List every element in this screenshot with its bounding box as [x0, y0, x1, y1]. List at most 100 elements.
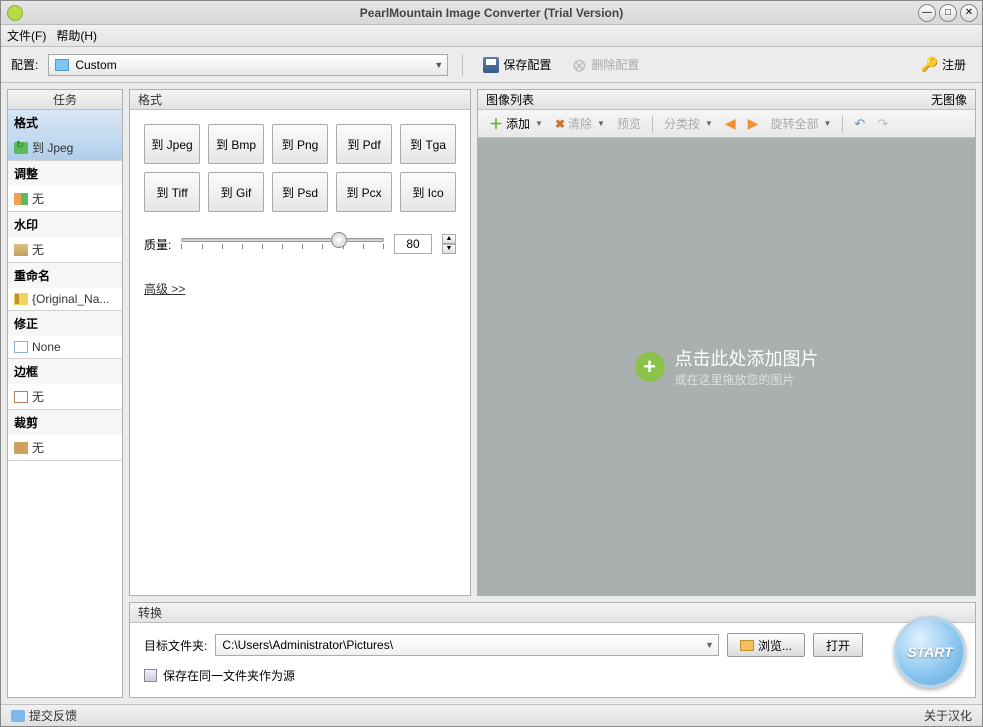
dropdown-icon: ▼: [434, 60, 443, 70]
task-value-adjust[interactable]: 无: [8, 186, 122, 211]
dest-label: 目标文件夹:: [144, 637, 207, 654]
config-label: 配置:: [11, 56, 38, 73]
redo-icon: ↷: [877, 116, 888, 132]
drop-area[interactable]: + 点击此处添加图片 或在这里拖放您的图片: [478, 138, 975, 595]
task-value-crop[interactable]: 无: [8, 435, 122, 460]
format-btn-5[interactable]: 到 Tiff: [144, 172, 200, 212]
convert-header: 转换: [130, 603, 975, 623]
format-btn-1[interactable]: 到 Bmp: [208, 124, 264, 164]
quality-up[interactable]: ▲: [442, 234, 456, 244]
convert-panel: 转换 目标文件夹: C:\Users\Administrator\Picture…: [129, 602, 976, 698]
register-button[interactable]: 🔑 注册: [916, 52, 972, 77]
imagelist-header: 图像列表: [486, 91, 534, 108]
titlebar: PearlMountain Image Converter (Trial Ver…: [1, 1, 982, 25]
menu-file[interactable]: 文件(F): [7, 27, 46, 44]
format-btn-7[interactable]: 到 Psd: [272, 172, 328, 212]
drop-sub-text: 或在这里拖放您的图片: [675, 371, 819, 388]
add-button[interactable]: ＋添加▼: [484, 111, 548, 137]
task-title-fix[interactable]: 修正: [8, 311, 122, 336]
task-title-water[interactable]: 水印: [8, 212, 122, 237]
delete-icon: ⨂: [571, 57, 587, 73]
task-value-rename[interactable]: {Original_Na...: [8, 288, 122, 310]
rename-icon: [14, 293, 28, 305]
quality-slider[interactable]: [181, 232, 384, 256]
task-title-adjust[interactable]: 调整: [8, 161, 122, 186]
format-panel: 格式 到 Jpeg到 Bmp到 Png到 Pdf到 Tga 到 Tiff到 Gif…: [129, 89, 471, 596]
undo-icon: ↶: [854, 116, 865, 132]
quality-down[interactable]: ▼: [442, 244, 456, 254]
prev-button[interactable]: ◀: [720, 112, 741, 135]
menubar: 文件(F) 帮助(H): [1, 25, 982, 47]
preview-button[interactable]: 预览: [612, 112, 646, 135]
format-btn-8[interactable]: 到 Pcx: [336, 172, 392, 212]
arrow-left-icon: ◀: [725, 115, 736, 132]
window-title: PearlMountain Image Converter (Trial Ver…: [360, 6, 623, 20]
format-btn-6[interactable]: 到 Gif: [208, 172, 264, 212]
tasks-header: 任务: [8, 90, 122, 110]
key-icon: 🔑: [922, 57, 938, 73]
imagelist-toolbar: ＋添加▼ ✖清除▼ 预览 分类按▼ ◀ ▶ 旋转全部▼ ↶ ↷: [478, 110, 975, 138]
menu-help[interactable]: 帮助(H): [56, 27, 97, 44]
sort-button[interactable]: 分类按▼: [659, 112, 718, 135]
format-header: 格式: [130, 90, 470, 110]
feedback-link[interactable]: 提交反馈: [11, 707, 77, 724]
config-select[interactable]: Custom ▼: [48, 54, 448, 76]
save-config-button[interactable]: 保存配置: [477, 52, 557, 77]
dest-folder-input[interactable]: C:\Users\Administrator\Pictures\ ▼: [215, 634, 719, 656]
task-title-convert[interactable]: 格式: [8, 110, 122, 135]
arrow-right-icon: ▶: [748, 115, 759, 132]
start-button[interactable]: START: [894, 616, 966, 688]
task-title-crop[interactable]: 裁剪: [8, 410, 122, 435]
no-image-label: 无图像: [931, 91, 967, 108]
maximize-button[interactable]: □: [939, 4, 957, 22]
redo-button[interactable]: ↷: [872, 113, 893, 135]
config-value: Custom: [75, 58, 116, 72]
quality-label: 质量:: [144, 236, 171, 253]
next-button[interactable]: ▶: [743, 112, 764, 135]
plus-icon: ＋: [489, 114, 503, 134]
add-plus-icon: +: [635, 352, 665, 382]
rotate-button[interactable]: 旋转全部▼: [765, 112, 836, 135]
water-icon: [14, 244, 28, 256]
about-link[interactable]: 关于汉化: [924, 707, 972, 724]
x-icon: ✖: [555, 117, 565, 131]
format-btn-3[interactable]: 到 Pdf: [336, 124, 392, 164]
crop-icon: [14, 442, 28, 454]
image-list-panel: 图像列表 无图像 ＋添加▼ ✖清除▼ 预览 分类按▼ ◀ ▶ 旋转全部▼ ↶: [477, 89, 976, 596]
disk-icon: [483, 57, 499, 73]
adjust-icon: [14, 193, 28, 205]
drop-main-text: 点击此处添加图片: [675, 345, 819, 371]
task-value-border[interactable]: 无: [8, 384, 122, 409]
dropdown-icon: ▼: [705, 640, 714, 650]
open-button[interactable]: 打开: [813, 633, 863, 657]
main-toolbar: 配置: Custom ▼ 保存配置 ⨂ 删除配置 🔑 注册: [1, 47, 982, 83]
task-title-rename[interactable]: 重命名: [8, 263, 122, 288]
save-same-checkbox[interactable]: [144, 669, 157, 682]
fix-icon: [14, 341, 28, 353]
quality-input[interactable]: [394, 234, 432, 254]
save-same-label: 保存在同一文件夹作为源: [163, 667, 295, 684]
close-button[interactable]: ✕: [960, 4, 978, 22]
app-icon: [7, 5, 23, 21]
delete-config-button[interactable]: ⨂ 删除配置: [565, 52, 645, 77]
advanced-link[interactable]: 高级 >>: [144, 282, 185, 296]
statusbar: 提交反馈 关于汉化: [1, 704, 982, 726]
folder-icon: [740, 640, 754, 651]
format-btn-9[interactable]: 到 Ico: [400, 172, 456, 212]
tasks-panel: 任务 格式到 Jpeg调整无水印无重命名{Original_Na...修正Non…: [7, 89, 123, 698]
clear-button[interactable]: ✖清除▼: [550, 112, 610, 135]
convert-icon: [14, 142, 28, 154]
undo-button[interactable]: ↶: [849, 113, 870, 135]
format-btn-2[interactable]: 到 Png: [272, 124, 328, 164]
format-btn-4[interactable]: 到 Tga: [400, 124, 456, 164]
task-value-convert[interactable]: 到 Jpeg: [8, 135, 122, 160]
task-value-water[interactable]: 无: [8, 237, 122, 262]
browse-button[interactable]: 浏览...: [727, 633, 805, 657]
format-btn-0[interactable]: 到 Jpeg: [144, 124, 200, 164]
minimize-button[interactable]: —: [918, 4, 936, 22]
folder-icon: [55, 59, 69, 71]
bubble-icon: [11, 710, 25, 722]
task-title-border[interactable]: 边框: [8, 359, 122, 384]
task-value-fix[interactable]: None: [8, 336, 122, 358]
border-icon: [14, 391, 28, 403]
